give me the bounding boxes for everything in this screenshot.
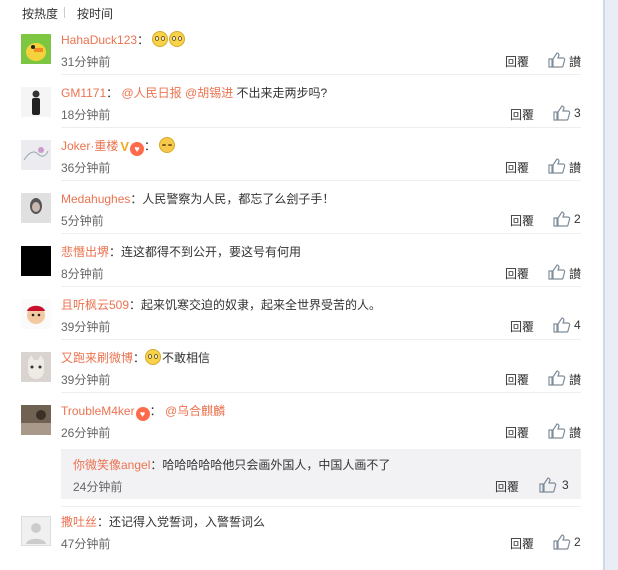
divider: [61, 127, 581, 128]
reply-button[interactable]: 回覆: [510, 212, 534, 229]
divider: [61, 392, 581, 393]
avatar[interactable]: [21, 299, 51, 329]
comment-username[interactable]: HahaDuck123: [61, 33, 137, 47]
photo-avatar-icon: [21, 405, 51, 435]
like-count: 讃: [569, 55, 582, 69]
reply-button[interactable]: 回覆: [510, 535, 534, 552]
like-icon[interactable]: [539, 477, 557, 493]
comment-username[interactable]: 且听枫云509: [61, 298, 129, 312]
default-avatar-icon: [26, 523, 46, 544]
comment-text: 不敢相信: [162, 351, 211, 365]
like-icon[interactable]: [548, 370, 566, 386]
comment-panel: 按热度 按时间 HahaDuck123： 31分钟前 回覆 讃 GM1171： …: [0, 0, 603, 570]
comment-time: 8分钟前: [61, 267, 104, 281]
comment-time: 47分钟前: [61, 537, 111, 551]
like-count: 2: [574, 535, 581, 549]
like-icon[interactable]: [553, 534, 571, 550]
portrait-avatar-icon: [21, 193, 51, 223]
avatar[interactable]: [21, 140, 51, 170]
comment-text: 还记得入党誓词，入警誓词么: [109, 515, 266, 529]
vip-badge-icon: V: [120, 139, 130, 154]
sort-by-time[interactable]: 按时间: [77, 5, 113, 22]
mention-link[interactable]: @人民日报: [122, 86, 182, 100]
comment-username[interactable]: Joker·重楼: [61, 139, 118, 153]
comment-time: 5分钟前: [61, 214, 104, 228]
comment-time: 39分钟前: [61, 320, 111, 334]
reply-button[interactable]: 回覆: [505, 371, 529, 388]
mention-link[interactable]: @胡锡进: [185, 86, 233, 100]
surprised-emoji-icon: [145, 349, 162, 365]
like-count: 2: [574, 212, 581, 226]
emoji-icon: [152, 31, 169, 47]
sort-divider: [64, 7, 65, 18]
subreply-time: 24分钟前: [73, 480, 123, 494]
like-count: 讃: [569, 426, 582, 440]
page-background-strip: [603, 0, 618, 570]
comment-text: 连这都得不到公开，要这号有何用: [121, 245, 302, 259]
like-icon[interactable]: [548, 423, 566, 439]
comment-time: 18分钟前: [61, 108, 111, 122]
subreply-username[interactable]: 你微笑像angel: [73, 458, 150, 472]
emoji-icon: [169, 31, 186, 47]
like-icon[interactable]: [548, 52, 566, 68]
like-count: 4: [574, 318, 581, 332]
sub-reply: 你微笑像angel：哈哈哈哈哈他只会画外国人，中国人画不了 24分钟前 回覆 3: [61, 449, 581, 499]
divider: [61, 286, 581, 287]
reply-button[interactable]: 回覆: [505, 424, 529, 441]
comment-time: 31分钟前: [61, 55, 111, 69]
angry-emoji-icon: [159, 137, 176, 153]
reply-button[interactable]: 回覆: [505, 53, 529, 70]
reply-button[interactable]: 回覆: [505, 265, 529, 282]
like-icon[interactable]: [548, 264, 566, 280]
divider: [61, 233, 581, 234]
like-count: 3: [574, 106, 581, 120]
subreply-reply-button[interactable]: 回覆: [495, 478, 519, 495]
mention-link[interactable]: @乌合麒麟: [165, 404, 225, 418]
comment-time: 39分钟前: [61, 373, 111, 387]
comment-time: 26分钟前: [61, 426, 111, 440]
avatar[interactable]: [21, 193, 51, 223]
person-avatar-icon: [21, 87, 51, 117]
comment-username[interactable]: 悲憯出堺: [61, 245, 109, 259]
comment-username[interactable]: TroubleM4ker: [61, 404, 135, 418]
sketch-avatar-icon: [21, 140, 51, 170]
like-icon[interactable]: [553, 317, 571, 333]
reply-button[interactable]: 回覆: [510, 106, 534, 123]
like-count: 讃: [569, 267, 582, 281]
divider: [61, 339, 581, 340]
like-count: 讃: [569, 161, 582, 175]
cartoon-avatar-icon: [21, 299, 51, 329]
reply-button[interactable]: 回覆: [505, 159, 529, 176]
fan-medal-icon: ♥: [135, 407, 150, 421]
avatar[interactable]: [21, 516, 51, 546]
cat-avatar-icon: [21, 352, 51, 382]
like-icon[interactable]: [548, 158, 566, 174]
like-icon[interactable]: [553, 211, 571, 227]
avatar[interactable]: [21, 87, 51, 117]
duck-avatar-icon: [21, 34, 51, 64]
sort-by-heat[interactable]: 按热度: [22, 5, 58, 22]
sort-bar: 按热度 按时间: [0, 0, 603, 24]
comment-text: 起来饥寒交迫的奴隶，起来全世界受苦的人。: [141, 298, 382, 312]
comment-username[interactable]: Medahughes: [61, 192, 130, 206]
avatar[interactable]: [21, 246, 51, 276]
subreply-text: 哈哈哈哈哈他只会画外国人，中国人画不了: [162, 458, 391, 472]
comment-username[interactable]: GM1171: [61, 86, 106, 100]
like-count: 讃: [569, 373, 582, 387]
comment-text: 不出来走两步吗?: [233, 86, 328, 100]
avatar[interactable]: [21, 405, 51, 435]
avatar[interactable]: [21, 352, 51, 382]
fan-medal-icon: ♥: [130, 142, 145, 156]
divider: [61, 74, 581, 75]
comment-username[interactable]: 又跑来刷微博: [61, 351, 133, 365]
like-icon[interactable]: [553, 105, 571, 121]
comment-time: 36分钟前: [61, 161, 111, 175]
reply-button[interactable]: 回覆: [510, 318, 534, 335]
avatar[interactable]: [21, 34, 51, 64]
subreply-like-count: 3: [562, 478, 569, 492]
comment-text: 人民警察为人民，都忘了么刽子手！: [142, 192, 335, 206]
comment-username[interactable]: 撒吐丝: [61, 515, 97, 529]
divider: [61, 506, 581, 507]
divider: [61, 180, 581, 181]
